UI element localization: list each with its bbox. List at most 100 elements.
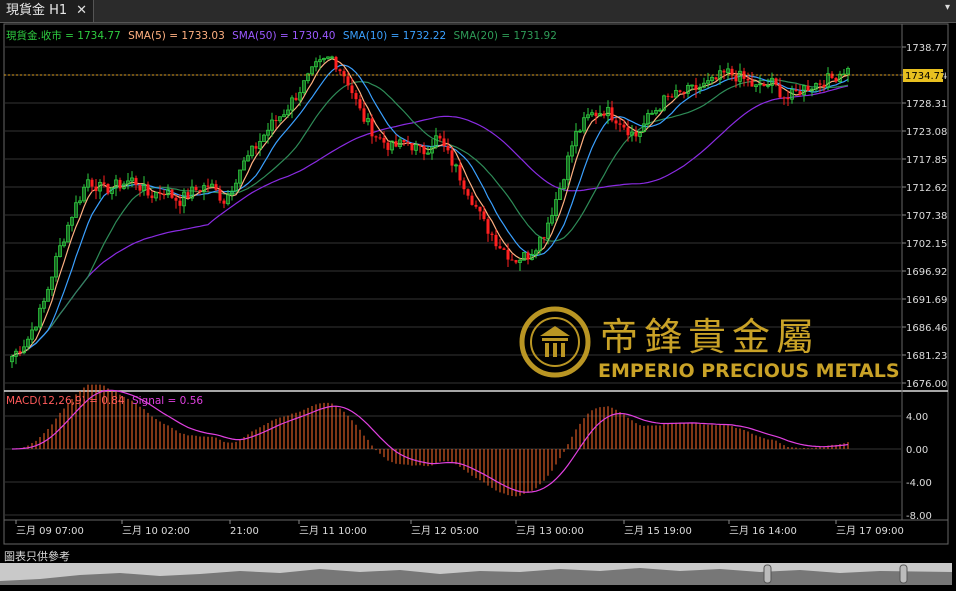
- time-axis: 三月 09 07:00 三月 10 02:00 21:00 三月 11 10:00 三月…: [15, 520, 904, 537]
- candle-body: [498, 246, 502, 249]
- macd-tick-label: 4.00: [906, 412, 928, 423]
- overview-sparkline: [0, 564, 952, 585]
- candle-body: [594, 112, 598, 117]
- sma10-line: [11, 64, 849, 357]
- candle-body: [610, 107, 614, 121]
- macd-axis: 4.00 0.00 -4.00 -8.00: [906, 412, 932, 522]
- candle-body: [446, 145, 450, 151]
- candle-body: [682, 91, 686, 94]
- candle-body: [422, 146, 426, 155]
- candle-body: [626, 127, 630, 136]
- candle-body: [778, 84, 782, 98]
- time-tick-label: 三月 11 10:00: [299, 525, 367, 537]
- time-tick-label: 21:00: [230, 526, 259, 537]
- macd-tick-label: -4.00: [906, 478, 932, 489]
- candle-body: [694, 85, 698, 90]
- candle-body: [206, 185, 210, 187]
- candle-body: [526, 252, 530, 260]
- candle-body: [334, 56, 338, 70]
- time-tick-label: 三月 16 14:00: [729, 525, 797, 537]
- scroll-handle-right[interactable]: [899, 564, 908, 584]
- candle-body: [342, 71, 346, 77]
- last-price-label: 1734.77: [905, 71, 946, 82]
- legend-sma10: SMA(10) = 1732.22: [343, 30, 446, 42]
- scroll-handle-left[interactable]: [763, 564, 772, 584]
- overview-scrollbar[interactable]: [0, 563, 952, 585]
- candle-body: [502, 248, 506, 250]
- candle-body: [18, 351, 22, 353]
- candle-body: [762, 83, 766, 87]
- candle-body: [174, 197, 178, 201]
- time-tick-label: 三月 10 02:00: [122, 525, 190, 537]
- price-chart[interactable]: 1738.771733.541728.311723.081717.851712.…: [0, 0, 956, 563]
- candle-body: [542, 237, 546, 239]
- sma10-path: [11, 64, 849, 357]
- candle-body: [458, 164, 462, 181]
- candle-body: [418, 144, 422, 147]
- candle-body: [834, 77, 838, 82]
- price-tick-label: 1676.00: [906, 379, 947, 390]
- legend-symbol: 現貨金.收市 = 1734.77: [6, 29, 121, 42]
- candle-body: [818, 83, 822, 85]
- chart-window: 現貨金 H1 ✕ ▾ 1738.771733.541728.311723.081…: [0, 0, 956, 591]
- candle-body: [102, 182, 106, 184]
- price-axis: 1738.771733.541728.311723.081717.851712.…: [902, 43, 947, 390]
- macd-legend-value: MACD(12,26,9) = 0.84: [6, 395, 125, 407]
- price-tick-label: 1691.69: [906, 295, 947, 306]
- candle-body: [506, 249, 510, 260]
- candle-body: [358, 99, 362, 109]
- candle-body: [338, 69, 342, 72]
- candle-body: [194, 187, 198, 191]
- legend: 現貨金.收市 = 1734.77 SMA(5) = 1733.03 SMA(50…: [6, 29, 557, 42]
- time-tick-label: 三月 09 07:00: [16, 525, 84, 537]
- macd-legend-signal: Signal = 0.56: [132, 395, 203, 407]
- candle-body: [118, 179, 122, 189]
- price-tick-label: 1728.31: [906, 99, 947, 110]
- candle-body: [798, 91, 802, 95]
- price-tick-label: 1702.15: [906, 239, 947, 250]
- candle-body: [734, 75, 738, 82]
- candle-body: [478, 206, 482, 212]
- candle-body: [806, 85, 810, 91]
- candle-body: [222, 200, 226, 204]
- legend-sma50: SMA(50) = 1730.40: [232, 30, 335, 42]
- candle-body: [350, 85, 354, 94]
- candle-body: [134, 177, 138, 185]
- candle-body: [722, 70, 726, 73]
- candle-body: [450, 150, 454, 166]
- candle-body: [394, 141, 398, 147]
- candle-body: [362, 108, 366, 122]
- price-tick-label: 1707.38: [906, 211, 947, 222]
- time-tick-label: 三月 13 00:00: [516, 525, 584, 537]
- candle-body: [474, 204, 478, 207]
- candle-body: [354, 93, 358, 100]
- candle-body: [158, 192, 162, 194]
- candle-body: [634, 132, 638, 137]
- candle-body: [666, 95, 670, 97]
- candle-body: [198, 190, 202, 192]
- price-tick-label: 1696.92: [906, 267, 947, 278]
- candle-body: [254, 146, 258, 149]
- macd-legend: MACD(12,26,9) = 0.84 Signal = 0.56: [6, 395, 203, 407]
- candle-body: [218, 189, 222, 201]
- candle-body: [794, 89, 798, 92]
- legend-sma20: SMA(20) = 1731.92: [454, 30, 557, 42]
- time-tick-label: 三月 15 19:00: [624, 525, 692, 537]
- candle-body: [822, 84, 826, 88]
- watermark-english: EMPERIO PRECIOUS METALS: [598, 360, 900, 382]
- candle-body: [346, 76, 350, 86]
- candle-body: [442, 138, 446, 146]
- candle-body: [274, 120, 278, 122]
- candle-body: [490, 233, 494, 235]
- macd-tick-label: -8.00: [906, 511, 932, 522]
- time-tick-label: 三月 12 05:00: [411, 525, 479, 537]
- candle-body: [830, 73, 834, 78]
- watermark-chinese: 帝鋒貴金屬: [600, 315, 820, 359]
- candle-body: [410, 143, 414, 151]
- candle-body: [470, 195, 474, 205]
- candle-body: [482, 211, 486, 220]
- candle-body: [730, 68, 734, 76]
- candle-body: [486, 219, 490, 234]
- candle-body: [382, 137, 386, 143]
- time-tick-label: 三月 17 09:00: [836, 525, 904, 537]
